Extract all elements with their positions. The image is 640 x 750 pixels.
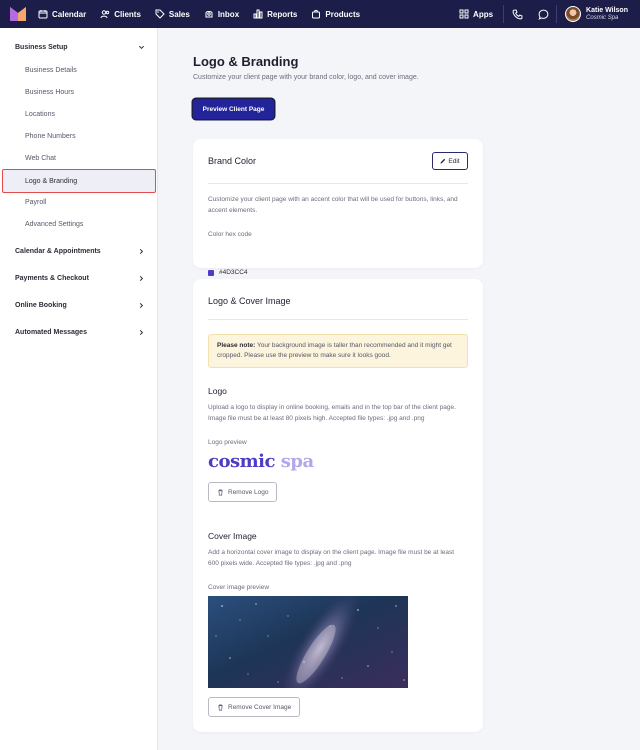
- chat-bubble-icon: [538, 9, 548, 20]
- nav-clients[interactable]: Clients: [100, 9, 141, 19]
- user-info: Katie Wilson Cosmic Spa: [586, 7, 628, 22]
- nav-calendar[interactable]: Calendar: [38, 9, 86, 19]
- sidebar-section-label: Business Setup: [15, 44, 68, 51]
- sidebar-item-business-details[interactable]: Business Details: [25, 67, 77, 74]
- hex-code-value-row: #4D3CC4: [208, 269, 248, 276]
- cover-preview-label: Cover image preview: [208, 584, 270, 591]
- divider: [208, 319, 468, 320]
- divider: [208, 183, 468, 184]
- nav-apps[interactable]: Apps: [449, 9, 503, 19]
- logo-preview: cosmic spa: [208, 451, 314, 472]
- sidebar-section-calendar-appointments[interactable]: Calendar & Appointments: [15, 248, 145, 255]
- nav-sales[interactable]: Sales: [155, 9, 190, 19]
- hex-code-label: Color hex code: [208, 231, 252, 238]
- page-subtitle: Customize your client page with your bra…: [193, 74, 419, 81]
- sidebar-item-advanced-settings[interactable]: Advanced Settings: [25, 221, 83, 228]
- chevron-right-icon: [139, 302, 144, 309]
- sidebar-section-label: Automated Messages: [15, 329, 87, 336]
- sidebar-item-logo-branding[interactable]: Logo & Branding: [2, 169, 156, 193]
- brand-logo-icon[interactable]: [10, 7, 26, 21]
- sidebar-section-automated-messages[interactable]: Automated Messages: [15, 329, 145, 336]
- brand-color-card: Brand Color Edit Customize your client p…: [193, 139, 483, 276]
- remove-cover-label: Remove Cover Image: [228, 703, 292, 711]
- remove-logo-button[interactable]: Remove Logo: [208, 482, 278, 502]
- sidebar-item-payroll[interactable]: Payroll: [25, 199, 46, 206]
- grid-icon: [459, 9, 469, 19]
- bag-icon: [312, 9, 321, 19]
- sidebar-section-online-booking[interactable]: Online Booking: [15, 302, 145, 309]
- logo-word-secondary: spa: [280, 451, 314, 472]
- nav-reports-label: Reports: [267, 9, 298, 19]
- user-menu[interactable]: Katie Wilson Cosmic Spa: [557, 6, 640, 22]
- hex-code-value: #4D3CC4: [219, 269, 248, 276]
- logo-cover-card: Logo & Cover Image Please note: Your bac…: [193, 279, 483, 732]
- nav-inbox[interactable]: Inbox: [204, 9, 239, 19]
- brand-color-description: Customize your client page with an accen…: [208, 196, 458, 214]
- cropping-notice: Please note: Your background image is ta…: [208, 334, 468, 368]
- notice-heading: Please note:: [217, 342, 256, 349]
- remove-cover-image-button[interactable]: Remove Cover Image: [208, 697, 301, 717]
- cover-image-preview: [208, 596, 408, 688]
- edit-label: Edit: [448, 157, 460, 165]
- nav-products[interactable]: Products: [311, 9, 360, 19]
- sidebar-section-label: Calendar & Appointments: [15, 248, 101, 255]
- bar-chart-icon: [253, 9, 263, 19]
- color-swatch: [208, 269, 214, 276]
- chevron-right-icon: [139, 329, 144, 336]
- preview-client-page-button[interactable]: Preview Client Page: [193, 99, 274, 119]
- users-icon: [100, 10, 110, 19]
- nav-sales-label: Sales: [168, 9, 190, 19]
- edit-brand-color-button[interactable]: Edit: [432, 152, 468, 170]
- nav-apps-label: Apps: [473, 9, 494, 19]
- trash-icon: [218, 489, 223, 495]
- sidebar-section-label: Online Booking: [15, 302, 67, 309]
- sidebar-section-business-setup[interactable]: Business Setup: [15, 44, 145, 51]
- phone-icon: [512, 9, 522, 19]
- nav-clients-label: Clients: [114, 9, 141, 19]
- page-title: Logo & Branding: [193, 54, 299, 69]
- chevron-right-icon: [139, 275, 144, 282]
- sidebar-section-payments-checkout[interactable]: Payments & Checkout: [15, 275, 145, 282]
- remove-logo-label: Remove Logo: [228, 488, 269, 496]
- nav-right-group: Apps Katie Wilson Cosmic Spa: [449, 0, 640, 28]
- cover-description: Add a horizontal cover image to display …: [208, 549, 455, 567]
- brand-color-title: Brand Color: [208, 156, 257, 166]
- chevron-down-icon: [138, 45, 145, 50]
- user-business: Cosmic Spa: [586, 14, 619, 21]
- sidebar-item-locations[interactable]: Locations: [25, 111, 55, 118]
- logo-preview-label: Logo preview: [208, 439, 247, 446]
- nav-calendar-label: Calendar: [52, 9, 87, 19]
- logo-cover-title: Logo & Cover Image: [208, 296, 291, 306]
- trash-icon: [218, 704, 223, 710]
- sidebar-item-phone-numbers[interactable]: Phone Numbers: [25, 133, 76, 140]
- top-navigation-bar: Calendar Clients Sales Inbox Reports Pro…: [0, 0, 640, 28]
- sidebar-item-web-chat[interactable]: Web Chat: [25, 155, 56, 162]
- chevron-right-icon: [139, 248, 144, 255]
- main-content: Logo & Branding Customize your client pa…: [159, 28, 640, 750]
- calendar-icon: [38, 10, 48, 19]
- sidebar-item-business-hours[interactable]: Business Hours: [25, 89, 74, 96]
- logo-section-title: Logo: [208, 386, 227, 396]
- nav-inbox-label: Inbox: [217, 9, 240, 19]
- chat-button[interactable]: [530, 9, 556, 20]
- nav-products-label: Products: [325, 9, 361, 19]
- sidebar-section-label: Payments & Checkout: [15, 275, 89, 282]
- phone-button[interactable]: [504, 9, 530, 20]
- milky-way-image: [208, 596, 408, 688]
- logo-word-primary: cosmic: [208, 451, 275, 472]
- pencil-icon: [440, 158, 446, 164]
- avatar: [565, 6, 582, 22]
- logo-description: Upload a logo to display in online booki…: [208, 404, 456, 422]
- cover-section-title: Cover Image: [208, 531, 257, 541]
- settings-sidebar: Business Setup Business Details Business…: [0, 28, 158, 750]
- inbox-icon: [205, 11, 213, 18]
- nav-reports[interactable]: Reports: [253, 9, 297, 19]
- tag-icon: [155, 9, 165, 19]
- user-name: Katie Wilson: [586, 6, 628, 14]
